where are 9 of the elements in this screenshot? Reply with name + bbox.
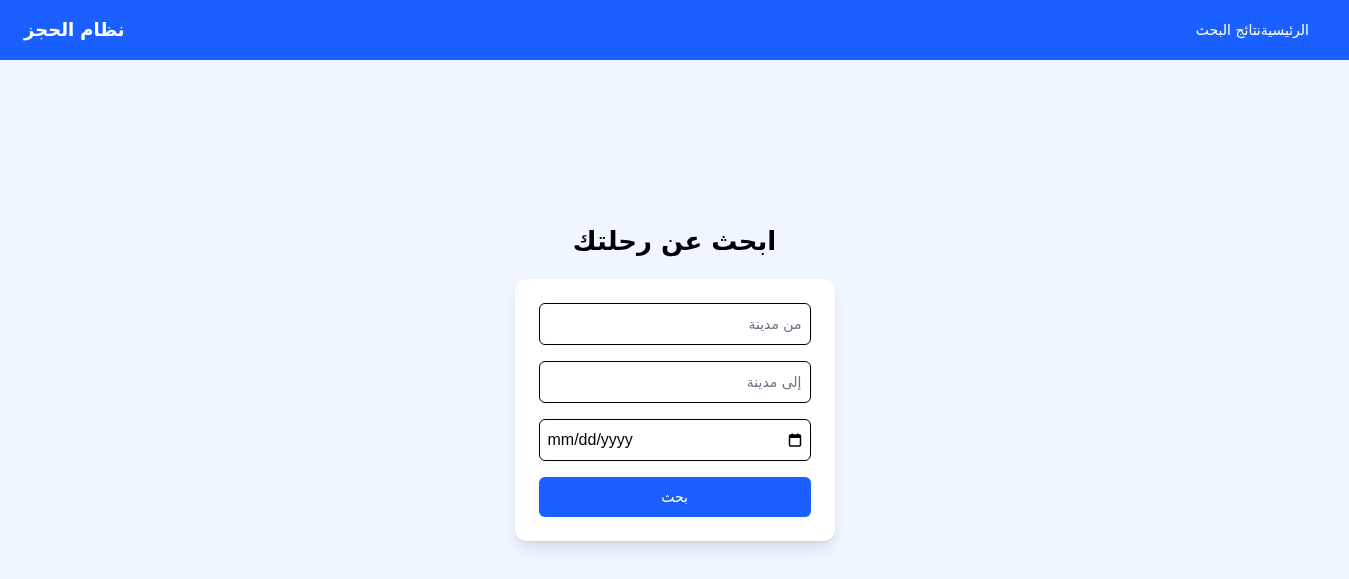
- calendar-icon[interactable]: [787, 433, 802, 447]
- brand-title: نظام الحجز: [24, 18, 125, 43]
- nav-link[interactable]: نتائج البحث: [1195, 20, 1261, 40]
- input-field[interactable]: من مدينة: [538, 303, 811, 345]
- nav-link[interactable]: الرئيسية: [1260, 20, 1309, 40]
- search-button[interactable]: بحث: [538, 477, 811, 517]
- input-field[interactable]: إلى مدينة: [538, 361, 811, 403]
- date-field[interactable]: mm/dd/yyyy: [538, 419, 811, 461]
- page-heading: ابحث عن رحلتك: [572, 225, 777, 259]
